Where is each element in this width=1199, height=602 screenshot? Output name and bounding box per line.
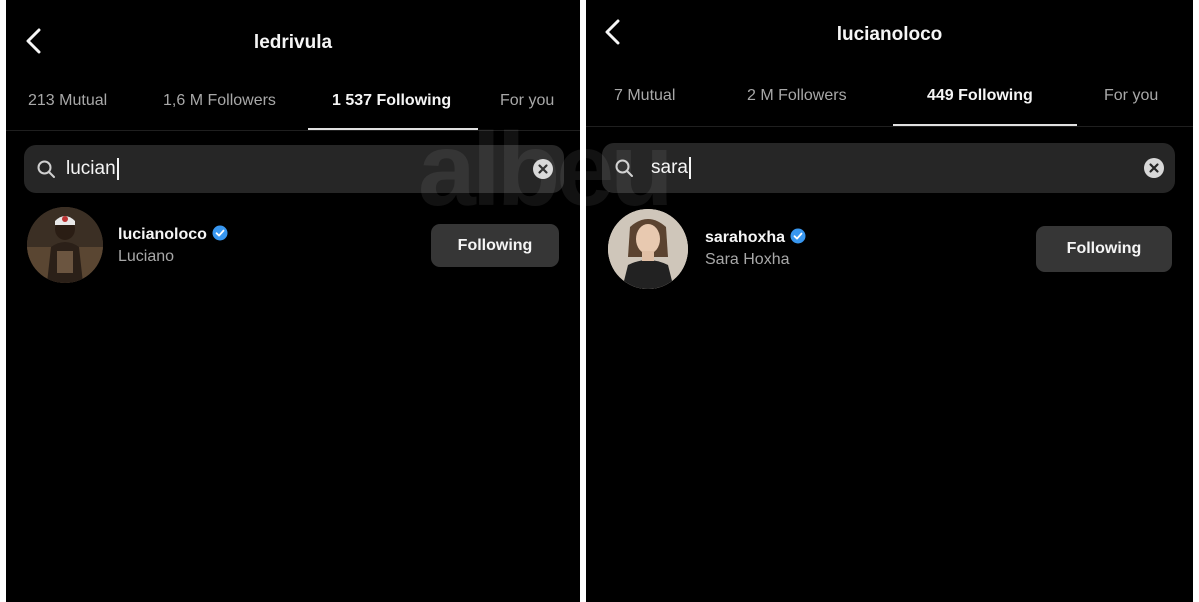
tab-followers[interactable]: 2 M Followers: [747, 81, 847, 117]
search-query: lucian: [66, 158, 116, 179]
tab-mutual[interactable]: 7 Mutual: [614, 81, 675, 117]
result-full-name: Sara Hoxha: [705, 251, 790, 268]
search-bar[interactable]: lucian: [24, 145, 564, 193]
search-result-item[interactable]: sarahoxha Sara Hoxha Following: [586, 208, 1193, 289]
search-input[interactable]: lucian: [66, 145, 119, 193]
username-text: lucianoloco: [118, 226, 207, 243]
search-query: sara: [651, 157, 688, 178]
follow-tabs: 213 Mutual 1,6 M Followers 1 537 Followi…: [6, 86, 580, 126]
verified-badge-icon: [212, 225, 228, 241]
tab-following[interactable]: 1 537 Following: [332, 86, 451, 122]
follow-tabs: 7 Mutual 2 M Followers 449 Following For…: [586, 81, 1193, 121]
following-button[interactable]: Following: [1036, 226, 1172, 272]
text-cursor: [688, 156, 691, 179]
text-cursor: [116, 157, 119, 180]
avatar[interactable]: [27, 207, 103, 283]
profile-title: ledrivula: [253, 32, 333, 53]
tabs-divider: [586, 126, 1193, 127]
search-input[interactable]: sara: [651, 143, 691, 193]
tab-for-you[interactable]: For you: [500, 86, 554, 122]
tab-mutual[interactable]: 213 Mutual: [28, 86, 107, 122]
profile-title: lucianoloco: [836, 24, 943, 45]
search-result-item[interactable]: lucianoloco Luciano Following: [6, 205, 580, 285]
result-username[interactable]: sarahoxha: [705, 228, 806, 247]
search-bar[interactable]: sara: [602, 143, 1175, 193]
search-icon: [36, 159, 56, 179]
screen-right: lucianoloco 7 Mutual 2 M Followers 449 F…: [586, 0, 1193, 602]
tabs-divider: [6, 130, 580, 131]
tab-following[interactable]: 449 Following: [927, 81, 1033, 117]
tab-followers[interactable]: 1,6 M Followers: [163, 86, 276, 122]
screen-left: ledrivula 213 Mutual 1,6 M Followers 1 5…: [6, 0, 580, 602]
result-username[interactable]: lucianoloco: [118, 225, 228, 244]
following-button[interactable]: Following: [431, 224, 559, 267]
clear-search-button[interactable]: [1144, 158, 1164, 178]
avatar[interactable]: [608, 209, 688, 289]
result-full-name: Luciano: [118, 248, 175, 265]
clear-circle-icon: [538, 164, 548, 174]
clear-circle-icon: [1149, 163, 1159, 173]
tab-for-you[interactable]: For you: [1104, 81, 1158, 117]
verified-badge-icon: [790, 228, 806, 244]
username-text: sarahoxha: [705, 229, 786, 246]
clear-search-button[interactable]: [533, 159, 553, 179]
search-icon: [614, 158, 634, 178]
